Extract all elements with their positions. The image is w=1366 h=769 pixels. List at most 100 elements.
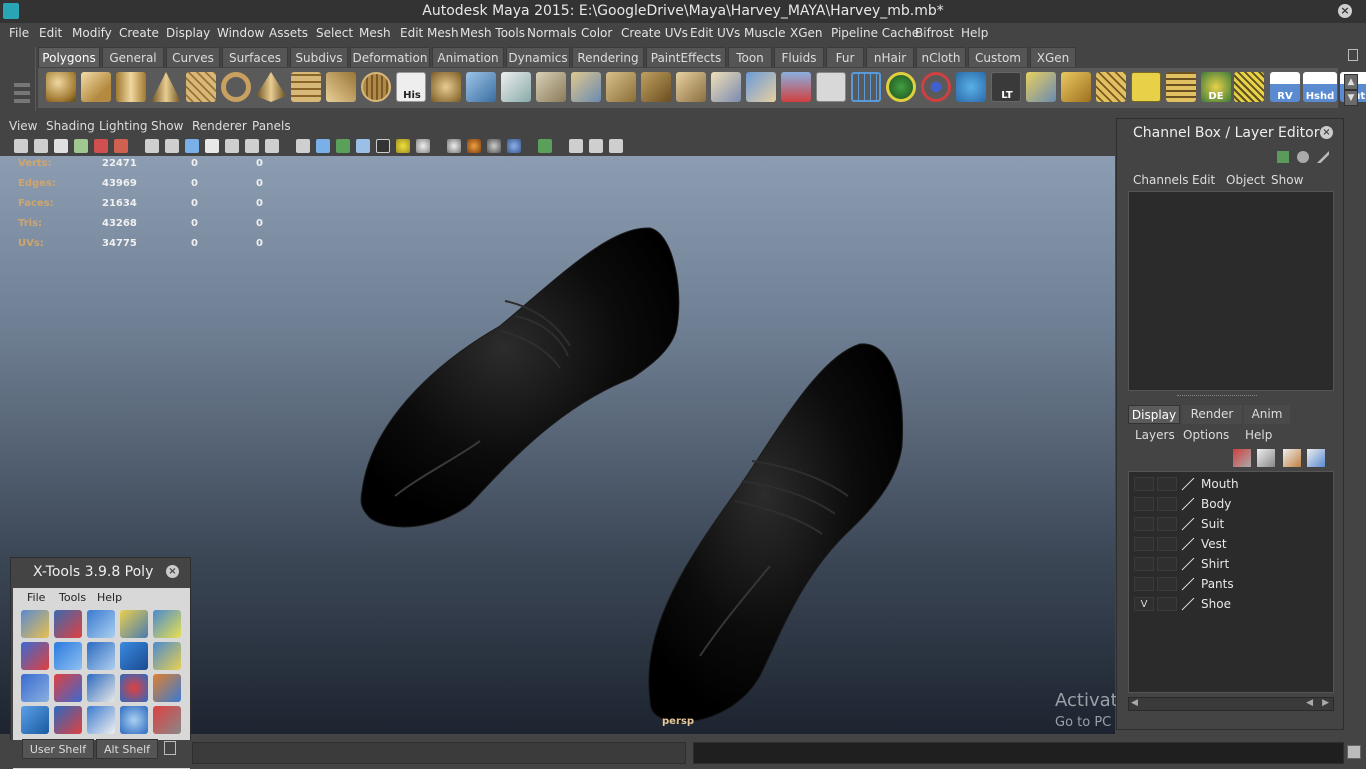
menu-window[interactable]: Window (217, 26, 264, 40)
share-icon[interactable] (609, 139, 623, 153)
xray-joints-icon[interactable] (569, 139, 583, 153)
uv-layout-icon[interactable] (1026, 72, 1056, 102)
menu-file[interactable]: File (9, 26, 29, 40)
panel-menu-show[interactable]: Show (151, 119, 183, 133)
poly-cylinder-icon[interactable] (116, 72, 146, 102)
tab-xgen[interactable]: XGen (1030, 47, 1076, 67)
xtool-icon[interactable] (120, 706, 148, 734)
trash-icon[interactable] (164, 741, 176, 755)
field-chart-icon[interactable] (225, 139, 239, 153)
channel-menu-show[interactable]: Show (1271, 173, 1303, 187)
script-editor-icon[interactable] (1347, 745, 1361, 759)
layer-color-icon[interactable] (1181, 477, 1195, 491)
channel-menu-edit[interactable]: Edit (1192, 173, 1215, 187)
motion-blur-icon[interactable] (467, 139, 481, 153)
sphere-wire-icon[interactable] (361, 72, 391, 102)
panel-menu-lighting[interactable]: Lighting (99, 119, 148, 133)
gate-mask-icon[interactable] (205, 139, 219, 153)
close-icon[interactable]: × (1338, 4, 1352, 18)
layer-visibility-toggle[interactable] (1134, 497, 1154, 511)
xtools-menu-help[interactable]: Help (97, 591, 122, 604)
xtool-icon[interactable] (54, 610, 82, 638)
lights-icon[interactable] (396, 139, 410, 153)
tab-painteffects[interactable]: PaintEffects (646, 47, 726, 67)
wireframe-on-shaded-icon[interactable] (336, 139, 350, 153)
xtools-menu-tools[interactable]: Tools (59, 591, 86, 604)
move-layer-down-icon[interactable] (1257, 449, 1275, 467)
layer-menu-options[interactable]: Options (1183, 428, 1229, 442)
textured-icon[interactable] (376, 139, 390, 153)
tab-ncloth[interactable]: nCloth (916, 47, 966, 67)
command-line-input[interactable] (192, 742, 686, 764)
menu-mesh[interactable]: Mesh (359, 26, 391, 40)
grease-pencil-icon[interactable] (114, 139, 128, 153)
safe-title-icon[interactable] (265, 139, 279, 153)
menu-edit-mesh[interactable]: Edit Mesh (400, 26, 459, 40)
tab-polygons[interactable]: Polygons (38, 47, 100, 67)
menu-edit-uvs[interactable]: Edit UVs (690, 26, 740, 40)
layer-color-icon[interactable] (1181, 497, 1195, 511)
menu-bifrost[interactable]: Bifrost (915, 26, 954, 40)
camera-attr-icon[interactable] (34, 139, 48, 153)
layer-row[interactable]: Vest (1129, 534, 1335, 554)
camera-select-icon[interactable] (14, 139, 28, 153)
layer-row[interactable]: Suit (1129, 514, 1335, 534)
tab-general[interactable]: General (102, 47, 164, 67)
channel-menu-object[interactable]: Object (1226, 173, 1265, 187)
panel-menu-shading[interactable]: Shading (46, 119, 95, 133)
scroll-right-icon[interactable]: ▶ (1322, 698, 1329, 708)
tab-dynamics[interactable]: Dynamics (506, 47, 570, 67)
panel-menu-panels[interactable]: Panels (252, 119, 291, 133)
layer-visibility-toggle[interactable]: V (1134, 597, 1154, 611)
layer-display-type-toggle[interactable] (1157, 577, 1177, 591)
separate-icon[interactable] (431, 72, 461, 102)
new-layer-icon[interactable] (1283, 449, 1301, 467)
menu-color[interactable]: Color (581, 26, 612, 40)
layer-display-type-toggle[interactable] (1157, 477, 1177, 491)
xtool-icon[interactable] (120, 674, 148, 702)
menu-normals[interactable]: Normals (527, 26, 577, 40)
lattice-icon[interactable] (851, 72, 881, 102)
close-icon[interactable]: × (166, 565, 179, 578)
smooth-icon[interactable] (501, 72, 531, 102)
2d-pan-zoom-icon[interactable] (94, 139, 108, 153)
xtool-icon[interactable] (153, 674, 181, 702)
tab-fur[interactable]: Fur (826, 47, 864, 67)
xtool-icon[interactable] (153, 642, 181, 670)
transform-icon[interactable] (956, 72, 986, 102)
shelf-scroll-down-icon[interactable]: ▼ (1344, 90, 1358, 106)
layer-row[interactable]: Pants (1129, 574, 1335, 594)
layer-row[interactable]: Body (1129, 494, 1335, 514)
tab-subdivs[interactable]: Subdivs (290, 47, 348, 67)
poly-cube-icon[interactable] (81, 72, 111, 102)
tab-deformation[interactable]: Deformation (350, 47, 430, 67)
uv-planar-icon[interactable] (1131, 72, 1161, 102)
extrude-icon[interactable] (571, 72, 601, 102)
move-layer-up-icon[interactable] (1233, 449, 1251, 467)
depth-of-field-icon[interactable] (507, 139, 521, 153)
anti-aliasing-icon[interactable] (487, 139, 501, 153)
xtool-icon[interactable] (21, 706, 49, 734)
layer-color-icon[interactable] (1181, 517, 1195, 531)
layer-row[interactable]: V Shoe (1129, 594, 1335, 614)
isolate-select-icon[interactable] (538, 139, 552, 153)
menu-pipeline-cache[interactable]: Pipeline Cache (831, 26, 919, 40)
panel-splitter[interactable] (1177, 395, 1257, 397)
layer-display-type-toggle[interactable] (1157, 517, 1177, 531)
tab-alt-shelf[interactable]: Alt Shelf (96, 739, 158, 759)
layer-tab-display[interactable]: Display (1128, 405, 1180, 424)
bridge-icon[interactable] (606, 72, 636, 102)
safe-action-icon[interactable] (245, 139, 259, 153)
xtool-icon[interactable] (87, 642, 115, 670)
menu-edit[interactable]: Edit (39, 26, 62, 40)
menu-create[interactable]: Create (119, 26, 159, 40)
xtool-icon[interactable] (21, 610, 49, 638)
scroll-left-icon[interactable]: ◀ (1131, 698, 1138, 708)
menu-mesh-tools[interactable]: Mesh Tools (460, 26, 525, 40)
poly-sphere-icon[interactable] (46, 72, 76, 102)
lt-icon[interactable]: LT (991, 72, 1021, 102)
menu-modify[interactable]: Modify (72, 26, 112, 40)
layer-row[interactable]: Mouth (1129, 474, 1335, 494)
shelf-menu-arrow-icon[interactable] (14, 99, 30, 103)
xtool-icon[interactable] (153, 610, 181, 638)
